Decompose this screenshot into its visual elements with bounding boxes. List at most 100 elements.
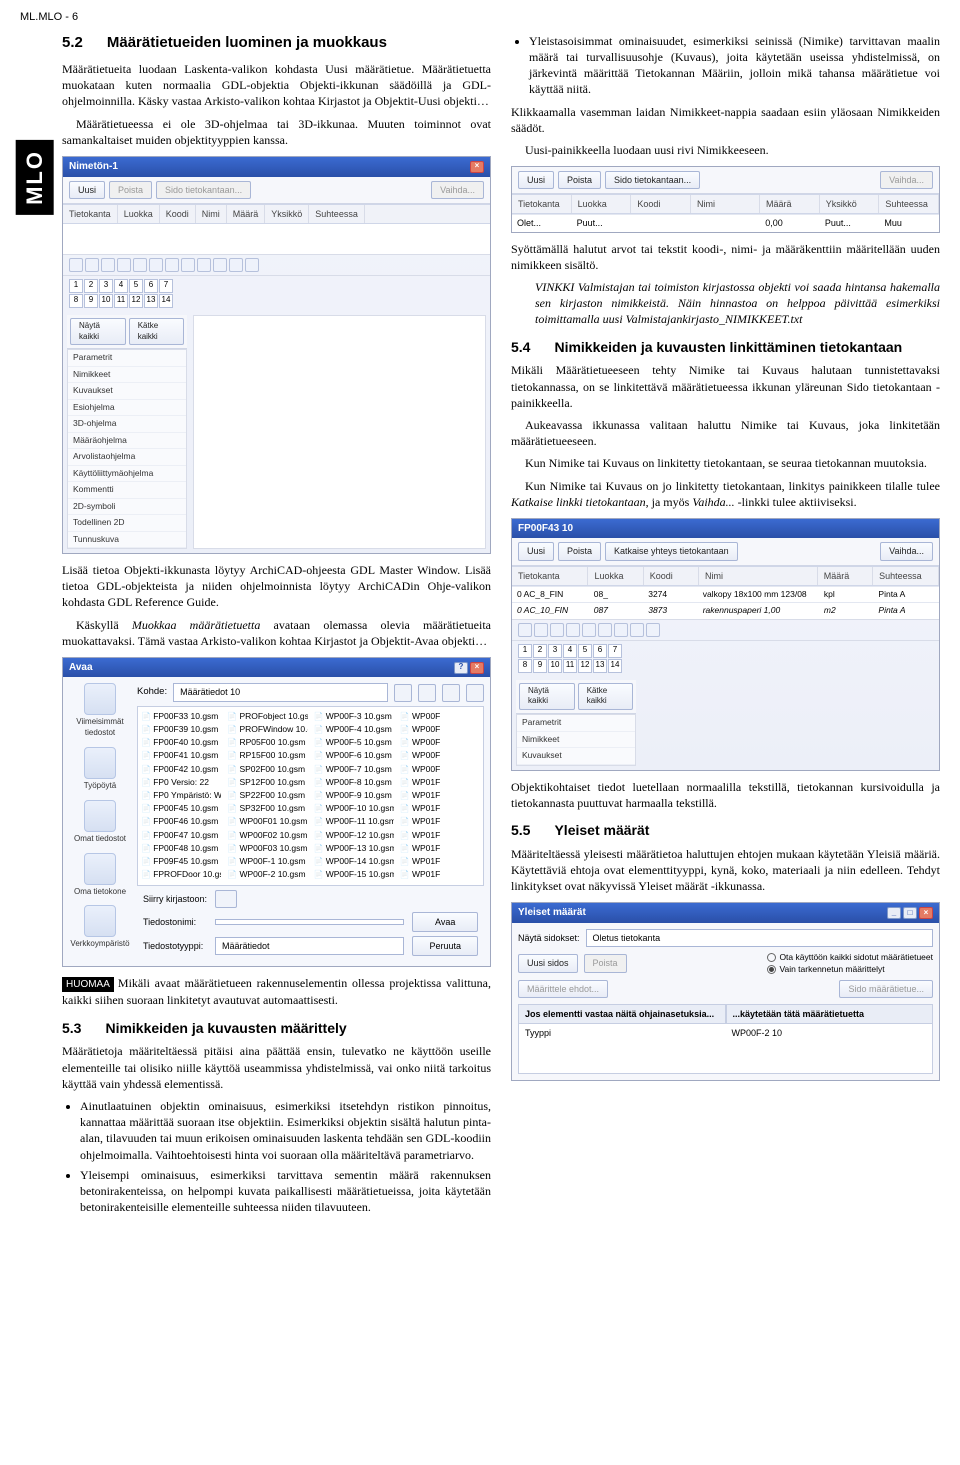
tiedostotyyppi-dropdown[interactable]: Määrätiedot <box>215 937 404 955</box>
tool-icon[interactable] <box>245 258 259 272</box>
sido-button[interactable]: Sido tietokantaan... <box>156 181 251 199</box>
sido-button[interactable]: Sido tietokantaan... <box>605 171 700 189</box>
katkaise-button[interactable]: Katkaise yhteys tietokantaan <box>605 542 738 560</box>
data-row[interactable]: 0 AC_8_FIN 08_ 3274 valkopy 18x100 mm 12… <box>512 586 939 602</box>
tool-icon[interactable] <box>534 623 548 637</box>
tip-block: VINKKI Valmistajan tai toimiston kirjast… <box>535 279 940 328</box>
para: Kun Nimike tai Kuvaus on jo linkitetty t… <box>511 478 940 510</box>
view-icon[interactable] <box>466 684 484 702</box>
sidebar-item[interactable]: 2D-symboli <box>68 499 186 515</box>
mlo-tab: MLO <box>16 140 54 215</box>
sido-maaratietue-button[interactable]: Sido määrätietue... <box>839 980 933 998</box>
katke-button[interactable]: Kätke kaikki <box>578 683 633 711</box>
nayta-button[interactable]: Näytä kaikki <box>70 318 126 346</box>
sidebar-item[interactable]: Todellinen 2D <box>68 515 186 531</box>
tool-icon[interactable] <box>197 258 211 272</box>
avaa-button[interactable]: Avaa <box>412 912 478 932</box>
split-body: Tyyppi WP00F-2 10 <box>518 1024 933 1074</box>
sidebar-item[interactable]: Parametrit <box>517 715 635 731</box>
tool-icon[interactable] <box>149 258 163 272</box>
poista-button[interactable]: Poista <box>558 542 601 560</box>
uusi-button[interactable]: Uusi <box>69 181 105 199</box>
nimeton-window: Nimetön-1 × Uusi Poista Sido tietokantaa… <box>62 156 491 554</box>
number-grid[interactable]: 1234567 891011121314 <box>69 279 173 308</box>
vaihda-button[interactable]: Vaihda... <box>880 171 933 189</box>
tool-icon[interactable] <box>213 258 227 272</box>
file-list[interactable]: FP00F33 10.gsmPROFobject 10.gsmWP00F-3 1… <box>137 706 484 886</box>
nayta-sidokset-dropdown[interactable]: Oletus tietokanta <box>586 929 933 947</box>
tool-icon[interactable] <box>566 623 580 637</box>
radio-all[interactable] <box>767 953 776 962</box>
column-left: 5.2 Määrätietueiden luominen ja muokkaus… <box>62 33 491 1222</box>
minimize-icon[interactable]: _ <box>887 907 901 919</box>
places-bar: Viimeisimmät tiedostot Työpöytä Omat tie… <box>69 683 131 959</box>
uusi-button[interactable]: Uusi <box>518 542 554 560</box>
tool-icon[interactable] <box>518 623 532 637</box>
uusi-button[interactable]: Uusi <box>518 171 554 189</box>
number-grid[interactable]: 1234567 891011121314 <box>518 644 622 673</box>
tool-icon[interactable] <box>614 623 628 637</box>
sidebar-item[interactable]: 3D-ohjelma <box>68 416 186 432</box>
criteria-cell[interactable]: Tyyppi <box>519 1024 726 1073</box>
maximize-icon[interactable]: □ <box>903 907 917 919</box>
poista-button[interactable]: Poista <box>558 171 601 189</box>
place-mycomputer[interactable]: Oma tietokone <box>74 853 126 898</box>
tool-icon[interactable] <box>229 258 243 272</box>
data-row[interactable]: Olet... Puut... 0,00 Puut... Muu <box>512 214 939 231</box>
tool-icon[interactable] <box>101 258 115 272</box>
kohde-dropdown[interactable]: Määrätiedot 10 <box>173 683 388 701</box>
newfolder-icon[interactable] <box>442 684 460 702</box>
vaihda-button[interactable]: Vaihda... <box>880 542 933 560</box>
sidebar-item[interactable]: Käyttöliittymäohjelma <box>68 466 186 482</box>
tool-icon[interactable] <box>133 258 147 272</box>
data-row[interactable]: 0 AC_10_FIN 087 3873 rakennuspaperi 1,00… <box>512 602 939 618</box>
help-icon[interactable]: ? <box>454 662 468 674</box>
close-icon[interactable]: × <box>470 662 484 674</box>
para: Kun Nimike tai Kuvaus on linkitetty tiet… <box>511 455 940 471</box>
tool-icon[interactable] <box>550 623 564 637</box>
tool-icon[interactable] <box>181 258 195 272</box>
back-icon[interactable] <box>394 684 412 702</box>
tool-icon[interactable] <box>117 258 131 272</box>
tool-icon[interactable] <box>646 623 660 637</box>
maarittele-ehdot-button[interactable]: Määrittele ehdot... <box>518 980 608 998</box>
tool-icon[interactable] <box>598 623 612 637</box>
vaihda-button[interactable]: Vaihda... <box>431 181 484 199</box>
sidebar-item[interactable]: Tunnuskuva <box>68 532 186 548</box>
linked-file-cell[interactable]: WP00F-2 10 <box>726 1024 933 1073</box>
sidebar-item[interactable]: Arvolistaohjelma <box>68 449 186 465</box>
up-icon[interactable] <box>418 684 436 702</box>
peruuta-button[interactable]: Peruuta <box>412 936 478 956</box>
place-recent[interactable]: Viimeisimmät tiedostot <box>69 683 131 739</box>
poista-button[interactable]: Poista <box>584 954 627 972</box>
para: Määriteltäessä yleisesti määrätietoa hal… <box>511 846 940 895</box>
sidebar-item[interactable]: Kuvaukset <box>68 383 186 399</box>
sidebar-list: Parametrit Nimikkeet Kuvaukset Esiohjelm… <box>67 349 187 549</box>
place-network[interactable]: Verkkoympäristö <box>70 905 129 950</box>
katke-button[interactable]: Kätke kaikki <box>129 318 184 346</box>
titlebar: Nimetön-1 × <box>63 157 490 177</box>
close-icon[interactable]: × <box>470 161 484 173</box>
radio-specific[interactable] <box>767 965 776 974</box>
sidebar-item[interactable]: Parametrit <box>68 350 186 366</box>
tool-icon[interactable] <box>582 623 596 637</box>
nayta-button[interactable]: Näytä kaikki <box>519 683 575 711</box>
tool-icon[interactable] <box>165 258 179 272</box>
sidebar-item[interactable]: Määräohjelma <box>68 433 186 449</box>
sidebar-item[interactable]: Nimikkeet <box>68 367 186 383</box>
sidebar-item[interactable]: Kommentti <box>68 482 186 498</box>
sidebar-item[interactable]: Kuvaukset <box>517 748 635 764</box>
close-icon[interactable]: × <box>919 907 933 919</box>
sidebar-item[interactable]: Nimikkeet <box>517 732 635 748</box>
poista-button[interactable]: Poista <box>109 181 152 199</box>
sidebar-item[interactable]: Esiohjelma <box>68 400 186 416</box>
tool-icon[interactable] <box>85 258 99 272</box>
place-desktop[interactable]: Työpöytä <box>84 747 116 792</box>
uusi-sidos-button[interactable]: Uusi sidos <box>518 954 578 972</box>
para: Mikäli Määrätietueeseen tehty Nimike tai… <box>511 362 940 411</box>
tool-icon[interactable] <box>630 623 644 637</box>
place-mydocs[interactable]: Omat tiedostot <box>74 800 126 845</box>
library-nav-icon[interactable] <box>215 890 237 908</box>
tool-icon[interactable] <box>69 258 83 272</box>
tiedostonimi-input[interactable] <box>215 919 404 925</box>
